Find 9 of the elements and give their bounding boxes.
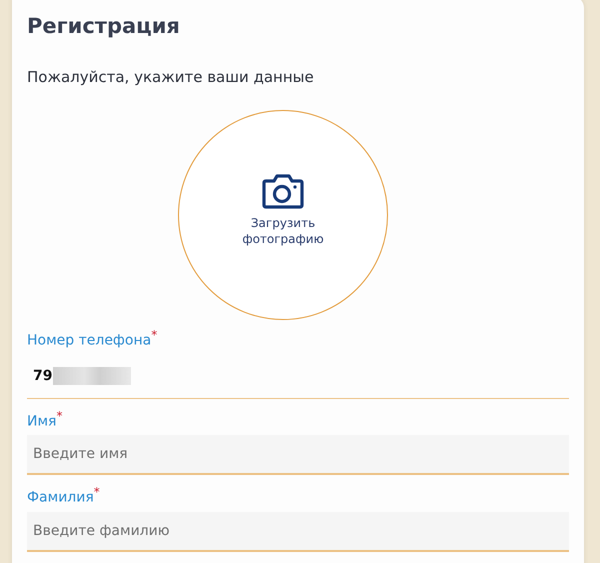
- photo-upload-button[interactable]: Загрузить фотографию: [178, 110, 388, 320]
- instruction-text: Пожалуйста, укажите ваши данные: [27, 68, 315, 86]
- page-title: Регистрация: [27, 13, 181, 38]
- field-label: Номер телефона$^{*}$: [27, 328, 158, 349]
- camera-icon: [262, 172, 304, 209]
- field-label: Имя$^{*}$: [27, 408, 64, 430]
- field-label: Фамилия$^{*}$: [27, 485, 101, 506]
- input-field[interactable]: Введите фамилию: [27, 512, 569, 552]
- input-field[interactable]: Введите имя: [27, 435, 569, 476]
